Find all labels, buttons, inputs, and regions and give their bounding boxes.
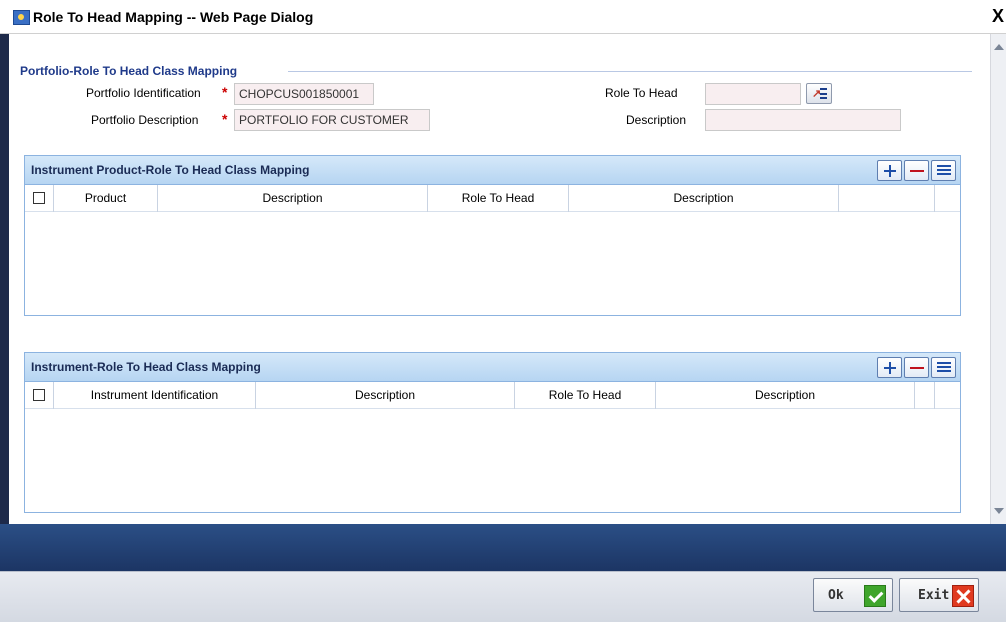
column-header-role-to-head[interactable]: Role To Head (428, 185, 569, 212)
grid-title: Instrument Product-Role To Head Class Ma… (31, 163, 310, 177)
column-header-description-2[interactable]: Description (656, 382, 915, 409)
ok-button-label: Ok (828, 588, 844, 603)
column-header-description[interactable]: Description (256, 382, 515, 409)
delete-row-button[interactable] (904, 160, 929, 181)
window-left-border (0, 34, 9, 524)
minus-icon (910, 170, 924, 172)
role-to-head-field[interactable] (705, 83, 801, 105)
plus-icon-stroke (889, 165, 891, 177)
view-rows-button[interactable] (931, 357, 956, 378)
role-to-head-lov-button[interactable]: ↗ (806, 83, 832, 104)
vertical-scrollbar[interactable] (990, 34, 1006, 524)
ok-button[interactable]: Ok (813, 578, 893, 612)
grid-title: Instrument-Role To Head Class Mapping (31, 360, 261, 374)
scroll-up-arrow-icon[interactable] (994, 44, 1004, 50)
role-to-head-label: Role To Head (605, 86, 678, 100)
close-icon (952, 585, 974, 607)
window-close-button[interactable]: X (990, 7, 1006, 25)
required-marker: * (222, 84, 228, 100)
grid-header: Instrument-Role To Head Class Mapping (25, 353, 960, 382)
column-header-spacer (839, 185, 935, 212)
add-row-button[interactable] (877, 357, 902, 378)
ie-dialog-icon (13, 10, 30, 25)
required-marker: * (222, 111, 228, 127)
minus-icon (910, 367, 924, 369)
checkmark-icon (864, 585, 886, 607)
exit-button-label: Exit (918, 588, 950, 603)
footer-band (0, 524, 1006, 571)
grid-column-header-row: Instrument Identification Description Ro… (25, 382, 960, 409)
section-title: Portfolio-Role To Head Class Mapping (20, 64, 238, 78)
column-header-description-2[interactable]: Description (569, 185, 839, 212)
portfolio-description-field[interactable]: PORTFOLIO FOR CUSTOMER (234, 109, 430, 131)
description-field[interactable] (705, 109, 901, 131)
grid-toolbar (877, 357, 956, 378)
product-mapping-grid: Instrument Product-Role To Head Class Ma… (24, 155, 961, 316)
instrument-mapping-grid: Instrument-Role To Head Class Mapping In… (24, 352, 961, 513)
list-icon (937, 165, 951, 177)
title-bar: Role To Head Mapping -- Web Page Dialog … (0, 0, 1006, 34)
scroll-down-arrow-icon[interactable] (994, 508, 1004, 514)
view-rows-button[interactable] (931, 160, 956, 181)
grid-column-header-row: Product Description Role To Head Descrip… (25, 185, 960, 212)
list-icon (937, 362, 951, 374)
portfolio-id-label: Portfolio Identification (86, 86, 201, 100)
add-row-button[interactable] (877, 160, 902, 181)
plus-icon-stroke (889, 362, 891, 374)
section-divider (288, 71, 972, 72)
column-header-spacer (915, 382, 935, 409)
portfolio-id-field[interactable]: CHOPCUS001850001 (234, 83, 374, 105)
portfolio-description-label: Portfolio Description (91, 113, 199, 127)
list-of-values-icon (820, 88, 827, 99)
grid-header: Instrument Product-Role To Head Class Ma… (25, 156, 960, 185)
grid-toolbar (877, 160, 956, 181)
delete-row-button[interactable] (904, 357, 929, 378)
exit-button[interactable]: Exit (899, 578, 979, 612)
description-label: Description (626, 113, 687, 127)
window-title: Role To Head Mapping -- Web Page Dialog (33, 9, 314, 25)
select-all-checkbox[interactable] (33, 389, 45, 401)
select-all-checkbox[interactable] (33, 192, 45, 204)
column-header-role-to-head[interactable]: Role To Head (515, 382, 656, 409)
column-header-instrument-id[interactable]: Instrument Identification (54, 382, 256, 409)
column-header-description[interactable]: Description (158, 185, 428, 212)
column-header-product[interactable]: Product (54, 185, 158, 212)
